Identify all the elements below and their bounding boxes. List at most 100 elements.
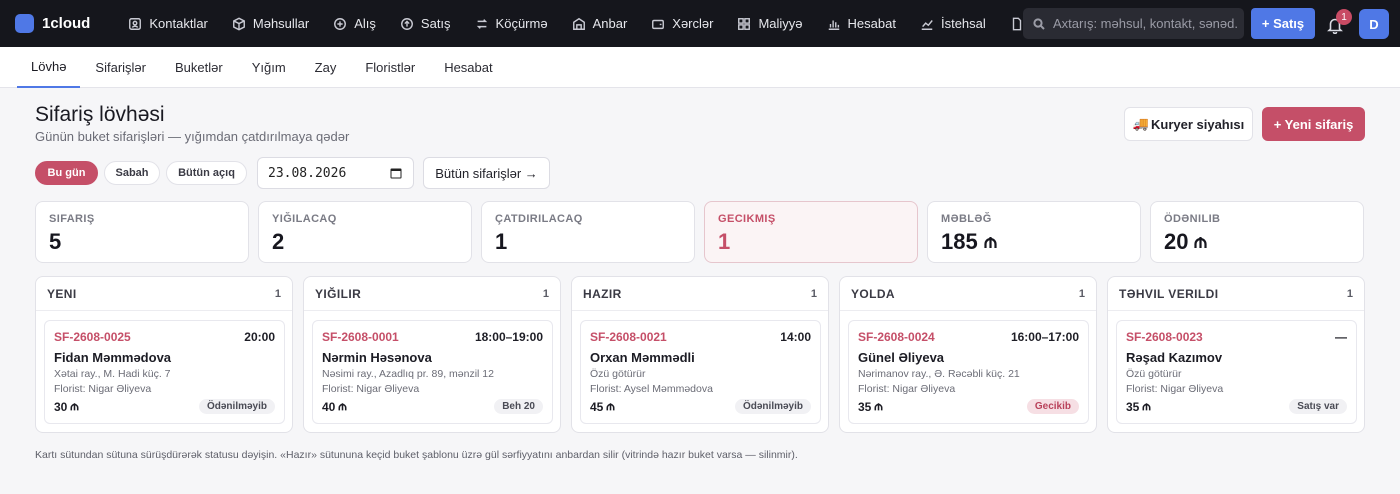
amount-value: 35 bbox=[1126, 399, 1140, 414]
delivery-time: — bbox=[1335, 330, 1347, 344]
status-badge: Satış var bbox=[1289, 399, 1347, 414]
order-card[interactable]: SF-2608-0021 14:00 Orxan Məmmədli Özü götür… bbox=[580, 320, 821, 424]
status-badge: Ödənilməyib bbox=[198, 399, 275, 414]
nav-item-label: Maliyyə bbox=[758, 16, 803, 31]
manat-icon bbox=[1142, 403, 1151, 411]
nav-item-label: Anbar bbox=[592, 16, 628, 31]
tab-board[interactable]: Lövhə bbox=[17, 47, 81, 88]
tab-assembly[interactable]: Yığım bbox=[238, 47, 300, 88]
stat-label: Ödənilib bbox=[1164, 213, 1221, 225]
plus-circle-icon bbox=[334, 17, 347, 30]
nav-item-label: Satış bbox=[420, 16, 451, 31]
top-navbar: 1cloud Kontaktlar Məhsullar Alış Satış K… bbox=[0, 0, 1400, 47]
order-amount: 40 bbox=[322, 400, 347, 414]
amount-value: 40 bbox=[322, 399, 336, 414]
avatar[interactable]: D bbox=[1359, 9, 1389, 39]
nav-item-contacts[interactable]: Kontaktlar bbox=[116, 0, 220, 47]
delivery-address: Özü götürür bbox=[590, 368, 646, 380]
new-sale-button[interactable]: + Satış bbox=[1251, 8, 1315, 39]
column-title: Yolda bbox=[851, 286, 895, 301]
tab-bouquets[interactable]: Buketlər bbox=[161, 47, 237, 88]
delivery-truck-icon: 🚚 bbox=[1132, 116, 1149, 131]
tab-report[interactable]: Hesabat bbox=[430, 47, 506, 88]
amount-value: 30 bbox=[54, 399, 68, 414]
calendar-icon[interactable] bbox=[390, 167, 402, 179]
nav-item-reports[interactable]: Hesabat bbox=[815, 0, 908, 47]
filter-today[interactable]: Bu gün bbox=[35, 161, 98, 185]
customer-name: Orxan Məmmədli bbox=[590, 350, 695, 365]
app-logo[interactable]: 1cloud bbox=[15, 14, 90, 33]
nav-item-warehouse[interactable]: Anbar bbox=[560, 0, 640, 47]
stat-value: 5 bbox=[49, 229, 235, 255]
delivery-time: 20:00 bbox=[244, 330, 275, 344]
order-card[interactable]: SF-2608-0001 18:00–19:00 Nərmin Həsənova Nə… bbox=[312, 320, 553, 424]
nav-item-production[interactable]: İstehsal bbox=[908, 0, 998, 47]
trend-icon bbox=[921, 19, 933, 30]
page-title: Sifariş lövhəsi bbox=[35, 103, 165, 126]
courier-list-button[interactable]: 🚚 Kuryer siyahısı bbox=[1124, 107, 1253, 141]
stat-label: Çatdırılacaq bbox=[495, 213, 583, 225]
column-count: 1 bbox=[542, 287, 549, 300]
nav-item-finance[interactable]: Maliyyə bbox=[725, 0, 814, 47]
nav-item-label: Hesabat bbox=[847, 16, 896, 31]
column-title: Yığılır bbox=[315, 286, 362, 301]
document-icon bbox=[1012, 17, 1021, 30]
filter-tomorrow[interactable]: Sabah bbox=[104, 161, 160, 185]
box-icon bbox=[232, 17, 245, 30]
order-code[interactable]: SF-2608-0023 bbox=[1126, 330, 1203, 344]
app-name: 1cloud bbox=[42, 15, 91, 32]
column-title: Hazır bbox=[583, 286, 622, 301]
tab-orders[interactable]: Sifarişlər bbox=[81, 47, 160, 88]
delivery-time: 14:00 bbox=[780, 330, 811, 344]
order-code[interactable]: SF-2608-0001 bbox=[322, 330, 399, 344]
nav-item-sales[interactable]: Satış bbox=[388, 0, 463, 47]
stat-orders: Sifariş 5 bbox=[35, 201, 249, 263]
nav-item-products[interactable]: Məhsullar bbox=[220, 0, 321, 47]
bar-chart-icon bbox=[828, 20, 839, 30]
tab-florists[interactable]: Floristlər bbox=[351, 47, 429, 88]
date-picker[interactable]: 23.08.2026 bbox=[257, 157, 414, 189]
nav-item-transfer[interactable]: Köçürmə bbox=[463, 0, 560, 47]
arrow-up-circle-icon bbox=[400, 17, 413, 30]
florist-name: Florist: Nigar Əliyeva bbox=[1126, 383, 1224, 395]
column-header: Təhvil verildi 1 bbox=[1108, 277, 1364, 311]
order-code[interactable]: SF-2608-0025 bbox=[54, 330, 131, 344]
order-code[interactable]: SF-2608-0021 bbox=[590, 330, 667, 344]
column-header: Yığılır 1 bbox=[304, 277, 560, 311]
column-header: Yeni 1 bbox=[36, 277, 292, 311]
stat-label: Sifariş bbox=[49, 213, 95, 225]
notifications-badge: 1 bbox=[1336, 9, 1352, 25]
order-amount: 35 bbox=[858, 400, 883, 414]
stat-label: Məbləğ bbox=[941, 213, 992, 225]
nav-item-label: Kontaktlar bbox=[149, 16, 208, 31]
nav-item-purchase[interactable]: Alış bbox=[321, 0, 388, 47]
stat-to-assemble: Yığılacaq 2 bbox=[258, 201, 472, 263]
customer-name: Nərmin Həsənova bbox=[322, 350, 432, 365]
order-code[interactable]: SF-2608-0024 bbox=[858, 330, 935, 344]
nav-item-label: Köçürmə bbox=[495, 16, 548, 31]
delivery-address: Nərimanov ray., Ə. Rəcəbli küç. 21 bbox=[858, 368, 1020, 380]
board-column: Yolda 1 SF-2608-0024 16:00–17:00 Günel Əliye… bbox=[839, 276, 1097, 433]
column-count: 1 bbox=[274, 287, 281, 300]
order-card[interactable]: SF-2608-0025 20:00 Fidan Məmmədova Xətai ra… bbox=[44, 320, 285, 424]
status-badge: Beh 20 bbox=[494, 399, 543, 414]
delivery-time: 16:00–17:00 bbox=[1010, 330, 1079, 344]
nav-item-expenses[interactable]: Xərclər bbox=[639, 0, 725, 47]
filter-all-open[interactable]: Bütün açıq bbox=[166, 161, 247, 185]
stat-number: 2 bbox=[272, 229, 285, 254]
new-order-button[interactable]: + Yeni sifariş bbox=[1262, 107, 1365, 141]
order-card[interactable]: SF-2608-0023 — Rəşad Kazımov Özü götürür Flo… bbox=[1116, 320, 1357, 424]
manat-icon bbox=[606, 403, 615, 411]
stat-label: Yığılacaq bbox=[272, 213, 337, 225]
column-header: Yolda 1 bbox=[840, 277, 1096, 311]
order-card[interactable]: SF-2608-0024 16:00–17:00 Günel Əliyeva Nəri… bbox=[848, 320, 1089, 424]
date-value: 23.08.2026 bbox=[268, 165, 347, 181]
tab-waste[interactable]: Zay bbox=[301, 47, 351, 88]
notifications-button[interactable]: 1 bbox=[1326, 9, 1352, 35]
search-input[interactable] bbox=[1053, 16, 1238, 31]
stat-value: 1 bbox=[495, 229, 681, 255]
transfer-icon bbox=[476, 18, 487, 29]
stat-number: 1 bbox=[718, 229, 731, 254]
manat-icon bbox=[984, 237, 997, 248]
all-orders-button[interactable]: Bütün sifarişlər → bbox=[423, 157, 550, 189]
